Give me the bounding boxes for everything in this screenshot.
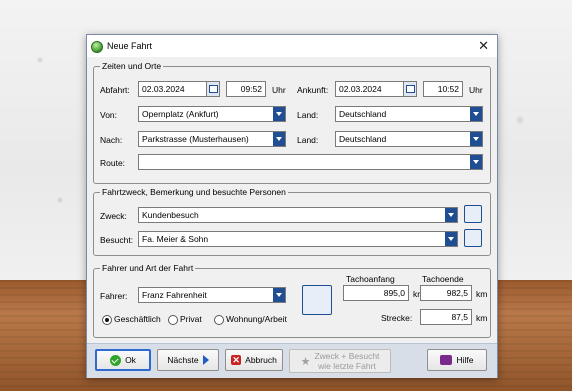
- zweck-label: Zweck:: [100, 211, 127, 221]
- group-fahrer: Fahrer und Art der Fahrt Fahrer: Franz F…: [93, 263, 491, 338]
- arrow-right-icon: [202, 355, 209, 365]
- address-book-icon[interactable]: [464, 205, 482, 223]
- cancel-icon: ✕: [231, 355, 242, 365]
- radio-wohnung-label: Wohnung/Arbeit: [226, 314, 287, 324]
- chevron-down-icon[interactable]: [445, 208, 457, 222]
- nach-label: Nach:: [100, 135, 123, 145]
- calendar-icon[interactable]: [206, 82, 219, 96]
- button-bar: Ok Nächste ✕ Abbruch ★ Zweck + Besucht w…: [87, 343, 497, 378]
- ok-label: Ok: [125, 355, 136, 365]
- land1-value: Deutschland: [339, 109, 387, 119]
- dialog-neue-fahrt: Neue Fahrt ✕ Zeiten und Orte Abfahrt: 02…: [86, 34, 498, 378]
- group-fahrtzweck: Fahrtzweck, Bemerkung und besuchte Perso…: [93, 187, 491, 256]
- nach-value: Parkstrasse (Musterhausen): [142, 134, 249, 144]
- group-title-zeiten: Zeiten und Orte: [100, 61, 164, 71]
- ankunft-date-value: 02.03.2024: [339, 84, 382, 94]
- tacho-ende-field[interactable]: 982,5: [420, 285, 472, 301]
- zweck-besucht-line1: Zweck + Besucht: [314, 351, 380, 361]
- help-book-icon: [440, 355, 453, 365]
- ok-button[interactable]: Ok: [95, 349, 151, 371]
- add-person-icon[interactable]: [302, 285, 332, 315]
- zweck-besucht-button[interactable]: ★ Zweck + Besucht wie letzte Fahrt: [289, 349, 391, 373]
- abbruch-label: Abbruch: [245, 355, 277, 365]
- route-label: Route:: [100, 158, 126, 168]
- land2-label: Land:: [297, 135, 319, 145]
- chevron-down-icon[interactable]: [470, 155, 482, 169]
- zweck-besucht-line2: wie letzte Fahrt: [318, 361, 376, 371]
- land2-dropdown[interactable]: Deutschland: [335, 131, 483, 147]
- fahrer-label: Fahrer:: [100, 291, 128, 301]
- radio-wohnung-arbeit[interactable]: [214, 315, 224, 325]
- group-title-fahrtzweck: Fahrtzweck, Bemerkung und besuchte Perso…: [100, 187, 288, 197]
- naechste-label: Nächste: [167, 355, 199, 365]
- chevron-down-icon[interactable]: [273, 288, 285, 302]
- close-button[interactable]: ✕: [478, 38, 489, 54]
- chevron-down-icon[interactable]: [273, 132, 285, 146]
- land1-dropdown[interactable]: Deutschland: [335, 106, 483, 122]
- von-label: Von:: [100, 110, 118, 120]
- hilfe-button[interactable]: Hilfe: [427, 349, 487, 371]
- strecke-km: km: [476, 313, 488, 323]
- nach-dropdown[interactable]: Parkstrasse (Musterhausen): [138, 131, 286, 147]
- chevron-down-icon[interactable]: [273, 107, 285, 121]
- abfahrt-date-field[interactable]: 02.03.2024: [138, 81, 220, 97]
- tacho-anfang-label: Tachoanfang: [346, 274, 395, 284]
- calendar-icon[interactable]: [403, 82, 416, 96]
- abfahrt-uhr-label: Uhr: [272, 85, 286, 95]
- besucht-label: Besucht:: [100, 235, 134, 245]
- fahrer-dropdown[interactable]: Franz Fahrenheit: [138, 287, 286, 303]
- title-bar: Neue Fahrt ✕: [87, 35, 497, 57]
- strecke-field[interactable]: 87,5: [420, 309, 472, 325]
- von-dropdown[interactable]: Opernplatz (Ankfurt): [138, 106, 286, 122]
- zweck-dropdown[interactable]: Kundenbesuch: [138, 207, 458, 223]
- land2-value: Deutschland: [339, 134, 387, 144]
- tacho-ende-km: km: [476, 289, 488, 299]
- naechste-button[interactable]: Nächste: [157, 349, 219, 371]
- check-icon: [110, 354, 122, 366]
- strecke-label: Strecke:: [381, 313, 413, 323]
- radio-privat-label: Privat: [180, 314, 202, 324]
- abfahrt-label: Abfahrt:: [100, 85, 130, 95]
- group-title-fahrer: Fahrer und Art der Fahrt: [100, 263, 196, 273]
- route-dropdown[interactable]: [138, 154, 483, 170]
- abfahrt-time-field[interactable]: 09:52: [226, 81, 266, 97]
- besucht-value: Fa. Meier & Sohn: [142, 234, 209, 244]
- abbruch-button[interactable]: ✕ Abbruch: [225, 349, 283, 371]
- chevron-down-icon[interactable]: [470, 132, 482, 146]
- ankunft-date-field[interactable]: 02.03.2024: [335, 81, 417, 97]
- abfahrt-date-value: 02.03.2024: [142, 84, 185, 94]
- star-icon: ★: [300, 355, 311, 368]
- land1-label: Land:: [297, 110, 319, 120]
- window-title: Neue Fahrt: [107, 41, 153, 51]
- zweck-besucht-text: Zweck + Besucht wie letzte Fahrt: [314, 351, 379, 371]
- chevron-down-icon[interactable]: [445, 232, 457, 246]
- group-zeiten-und-orte: Zeiten und Orte Abfahrt: 02.03.2024 09:5…: [93, 61, 491, 184]
- ankunft-time-field[interactable]: 10:52: [423, 81, 463, 97]
- save-icon[interactable]: [464, 229, 482, 247]
- ankunft-label: Ankunft:: [297, 85, 329, 95]
- app-icon: [91, 41, 103, 53]
- radio-privat[interactable]: [168, 315, 178, 325]
- hilfe-label: Hilfe: [456, 355, 474, 365]
- chevron-down-icon[interactable]: [470, 107, 482, 121]
- tacho-ende-label: Tachoende: [422, 274, 464, 284]
- radio-geschaeftlich[interactable]: [102, 315, 112, 325]
- radio-geschaeftlich-label: Geschäftlich: [114, 314, 161, 324]
- zweck-value: Kundenbesuch: [142, 210, 199, 220]
- tacho-anfang-field[interactable]: 895,0: [343, 285, 409, 301]
- besucht-dropdown[interactable]: Fa. Meier & Sohn: [138, 231, 458, 247]
- ankunft-uhr-label: Uhr: [469, 85, 483, 95]
- fahrer-value: Franz Fahrenheit: [142, 290, 207, 300]
- von-value: Opernplatz (Ankfurt): [142, 109, 219, 119]
